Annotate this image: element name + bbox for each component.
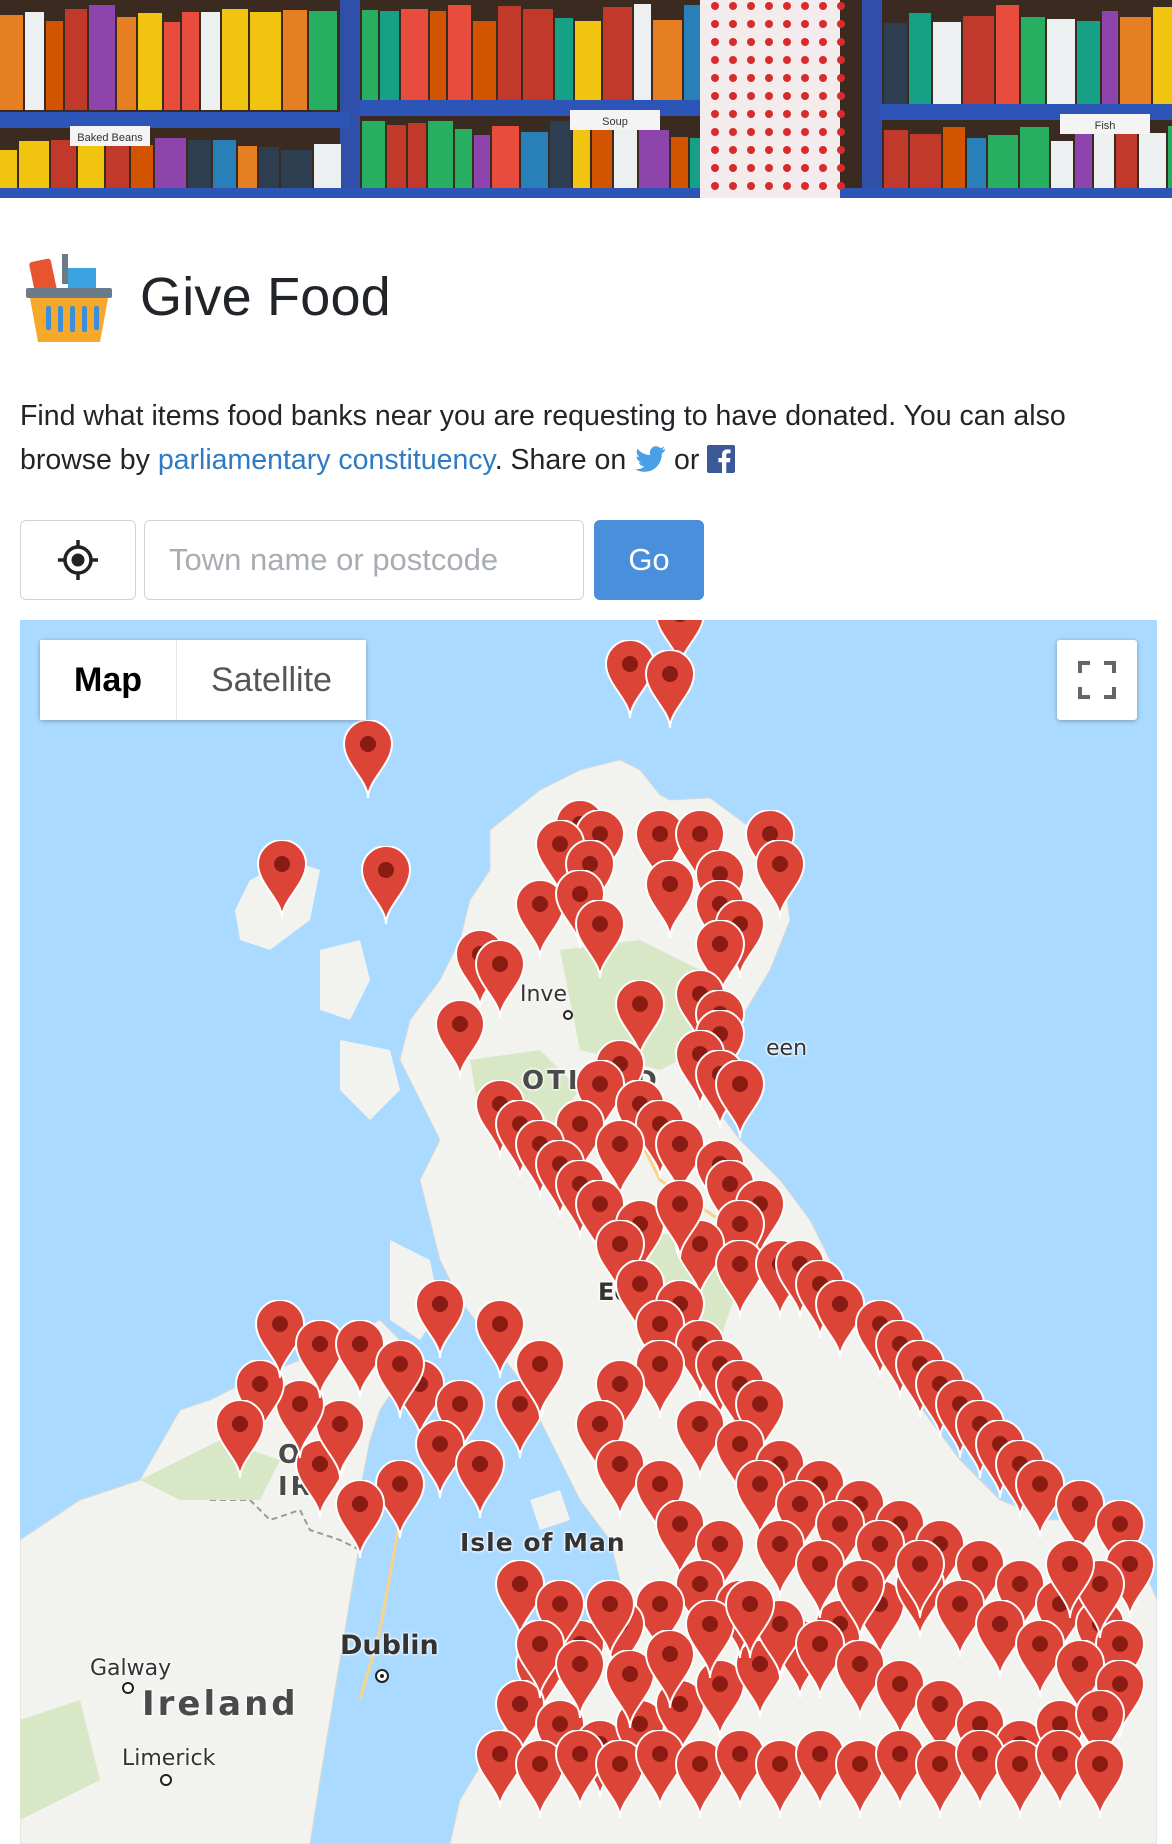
place-label-galway: Galway <box>90 1656 172 1681</box>
place-label-isle-of-man: Isle of Man <box>460 1528 626 1557</box>
food-bank-marker[interactable] <box>574 899 626 980</box>
facebook-icon[interactable] <box>707 445 736 473</box>
place-label-dublin: Dublin <box>340 1630 439 1661</box>
food-bank-marker[interactable] <box>342 719 394 800</box>
map-type-control: Map Satellite <box>40 640 366 720</box>
food-bank-marker[interactable] <box>644 859 696 940</box>
shelf-label: Baked Beans <box>77 132 143 144</box>
food-bank-marker[interactable] <box>654 1179 706 1260</box>
food-bank-marker[interactable] <box>714 1059 766 1140</box>
food-bank-marker[interactable] <box>514 1339 566 1420</box>
food-bank-marker[interactable] <box>374 1339 426 1420</box>
food-bank-marker[interactable] <box>894 1539 946 1620</box>
basket-icon[interactable] <box>22 248 116 346</box>
fullscreen-icon <box>1078 661 1116 699</box>
hero-banner-image: Baked Beans Soup Fish <box>0 0 1172 198</box>
place-label-inverness: Inve <box>520 982 567 1007</box>
food-bank-marker[interactable] <box>256 839 308 920</box>
twitter-icon[interactable] <box>634 445 666 473</box>
food-bank-marker[interactable] <box>644 649 696 730</box>
site-title[interactable]: Give Food <box>140 266 391 328</box>
intro-text: Find what items food banks near you are … <box>20 394 1150 482</box>
place-label-ireland: Ireland <box>142 1684 299 1724</box>
go-button[interactable]: Go <box>594 520 704 600</box>
intro-or: or <box>666 444 708 476</box>
crosshair-icon <box>58 540 98 580</box>
place-label-aberdeen: een <box>766 1036 808 1061</box>
place-label-limerick: Limerick <box>122 1746 216 1771</box>
food-bank-marker[interactable] <box>454 1439 506 1520</box>
food-bank-marker[interactable] <box>724 1579 776 1660</box>
food-bank-marker[interactable] <box>434 999 486 1080</box>
food-bank-marker[interactable] <box>1044 1539 1096 1620</box>
map-type-map-button[interactable]: Map <box>40 640 176 720</box>
food-bank-marker[interactable] <box>214 1399 266 1480</box>
fullscreen-button[interactable] <box>1057 640 1137 720</box>
food-bank-marker[interactable] <box>1074 1739 1126 1820</box>
shelf-label: Fish <box>1095 120 1116 132</box>
food-bank-marker[interactable] <box>554 1639 606 1720</box>
intro-share: . Share on <box>494 444 635 476</box>
constituency-link[interactable]: parliamentary constituency <box>158 444 495 476</box>
locate-me-button[interactable] <box>20 520 136 600</box>
shelf-label: Soup <box>602 116 628 128</box>
food-bank-marker[interactable] <box>360 845 412 926</box>
location-search-input[interactable] <box>144 520 584 600</box>
food-bank-map[interactable]: Inve OTLAND een Edin OR IRE Isle of Man … <box>20 620 1157 1844</box>
site-header: Give Food <box>22 247 391 347</box>
map-type-satellite-button[interactable]: Satellite <box>177 640 366 720</box>
